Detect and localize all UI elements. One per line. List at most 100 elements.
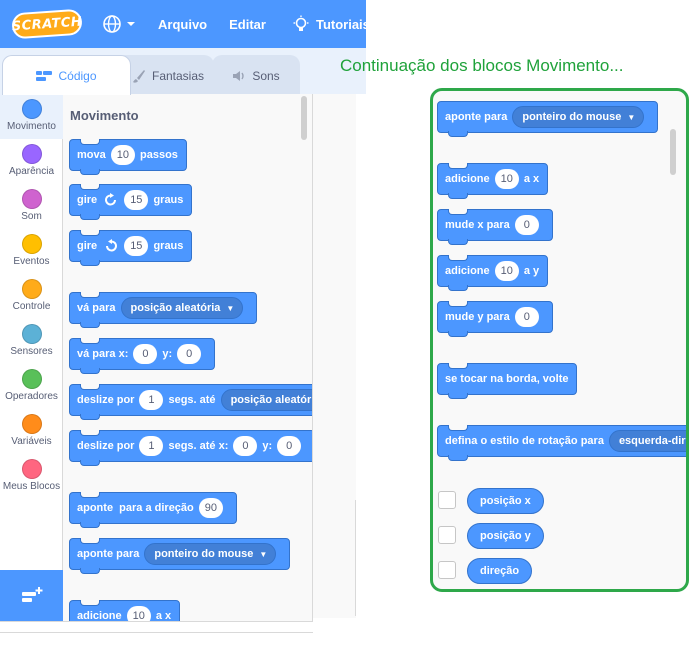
block-point-direction[interactable]: aponte para a direção 90 <box>69 492 238 528</box>
block-rotation-style[interactable]: defina o estilo de rotação para esquerda… <box>437 425 686 461</box>
target-dropdown[interactable]: ponteiro do mouse ▼ <box>512 106 645 128</box>
palette-scrollbar[interactable] <box>301 96 307 140</box>
block-change-x[interactable]: adicione 10 a x <box>437 163 549 199</box>
block-change-x[interactable]: adicione 10 a x <box>69 600 181 621</box>
category-operators[interactable]: Operadores <box>0 364 63 409</box>
block-text: gire <box>77 240 98 252</box>
category-my-blocks[interactable]: Meus Blocos <box>0 454 63 499</box>
category-events[interactable]: Eventos <box>0 229 63 274</box>
block-text: graus <box>153 194 184 206</box>
script-area[interactable] <box>313 94 356 618</box>
block-input[interactable]: 10 <box>494 261 519 281</box>
dropdown-value: ponteiro do mouse <box>154 548 254 560</box>
block-text: mude y para <box>445 311 510 323</box>
category-label: Sensores <box>10 346 53 357</box>
block-input[interactable]: 0 <box>514 215 539 235</box>
block-input-x[interactable]: 0 <box>133 344 158 364</box>
rotation-dropdown[interactable]: esquerda-direita <box>608 430 686 452</box>
checkbox-x-position[interactable] <box>438 491 456 509</box>
block-glide-to-xy[interactable]: deslize por 1 segs. até x: 0 y: 0 <box>69 430 312 466</box>
checkbox-y-position[interactable] <box>438 526 456 544</box>
rotate-left-icon <box>106 239 118 252</box>
block-input-y[interactable]: 0 <box>277 436 302 456</box>
block-text: graus <box>153 240 184 252</box>
block-turn-left[interactable]: gire 15 graus <box>69 230 193 266</box>
category-dot <box>21 99 42 119</box>
dropdown-value: esquerda-direita <box>618 435 686 447</box>
category-variables[interactable]: Variáveis <box>0 409 63 454</box>
scratch-logo[interactable]: SCRATCH <box>11 8 83 40</box>
tab-code-label: Código <box>58 68 97 83</box>
block-turn-right[interactable]: gire 15 graus <box>69 184 193 220</box>
block-set-x[interactable]: mude x para 0 <box>437 209 553 245</box>
target-dropdown[interactable]: posição aleatória ▼ <box>120 297 244 319</box>
tab-sounds[interactable]: Sons <box>212 55 300 95</box>
block-go-to[interactable]: vá para posição aleatória ▼ <box>69 292 258 328</box>
rotate-right-icon <box>105 193 117 206</box>
category-label: Meus Blocos <box>2 481 61 492</box>
block-input[interactable]: 15 <box>124 236 149 256</box>
tab-code[interactable]: Código <box>2 55 131 95</box>
block-glide-to[interactable]: deslize por 1 segs. até posição aleatóri… <box>69 384 312 420</box>
category-sensing[interactable]: Sensores <box>0 319 63 364</box>
block-text: deslize por <box>77 440 135 452</box>
reporter-label: posição x <box>480 495 531 507</box>
block-input-x[interactable]: 0 <box>233 436 258 456</box>
block-point-towards[interactable]: aponte para ponteiro do mouse ▼ <box>69 538 291 574</box>
reporter-y-position[interactable]: posição y <box>467 523 544 549</box>
language-menu[interactable] <box>102 14 136 34</box>
block-set-y[interactable]: mude y para 0 <box>437 301 553 337</box>
block-text: a x <box>523 173 540 185</box>
editor-tabs: Código Fantasias Sons <box>0 48 366 95</box>
target-dropdown[interactable]: ponteiro do mouse ▼ <box>144 543 277 565</box>
divider <box>355 500 356 616</box>
dropdown-value: posição aleatória <box>230 394 312 406</box>
block-text: vá para x: <box>77 348 129 360</box>
block-input[interactable]: 10 <box>126 606 151 621</box>
tutorials-label: Tutoriais <box>315 16 370 32</box>
edit-menu[interactable]: Editar <box>229 17 266 32</box>
brush-icon <box>132 69 146 83</box>
category-dot <box>21 144 42 164</box>
category-label: Operadores <box>5 391 58 402</box>
palette-scrollbar[interactable] <box>670 129 676 175</box>
category-label: Movimento <box>7 121 56 132</box>
category-sound[interactable]: Som <box>0 184 63 229</box>
block-move-steps[interactable]: mova 10 passos <box>69 139 187 175</box>
block-input[interactable]: 10 <box>110 145 135 165</box>
category-dot <box>21 414 42 434</box>
block-input[interactable]: 1 <box>139 390 164 410</box>
block-go-to-xy[interactable]: vá para x: 0 y: 0 <box>69 338 216 374</box>
category-motion[interactable]: Movimento <box>0 94 63 139</box>
category-looks[interactable]: Aparência <box>0 139 63 184</box>
annotation-title: Continuação dos blocos Movimento... <box>340 56 624 75</box>
block-palette: Movimento mova 10 passos gire 15 graus g… <box>63 94 312 621</box>
block-input-y[interactable]: 0 <box>177 344 202 364</box>
checkbox-direction[interactable] <box>438 561 456 579</box>
block-change-y[interactable]: adicione 10 a y <box>437 255 549 291</box>
reporter-x-position[interactable]: posição x <box>467 488 544 514</box>
target-dropdown[interactable]: posição aleatória <box>220 389 312 411</box>
reporter-direction[interactable]: direção <box>467 558 533 584</box>
block-text: aponte para <box>445 111 508 123</box>
block-input[interactable]: 90 <box>198 498 224 518</box>
block-text: gire <box>77 194 98 206</box>
block-bounce[interactable]: se tocar na borda, volte <box>437 363 578 399</box>
block-point-towards[interactable]: aponte para ponteiro do mouse ▼ <box>437 101 659 137</box>
category-dot <box>21 234 42 254</box>
dropdown-arrow-icon: ▼ <box>627 112 636 122</box>
block-text: a y <box>523 265 540 277</box>
divider <box>0 632 313 633</box>
category-dot <box>21 459 42 479</box>
block-input[interactable]: 15 <box>124 190 149 210</box>
block-text: defina o estilo de rotação para <box>445 435 604 447</box>
tutorials-menu[interactable]: Tutoriais <box>292 15 370 33</box>
palette-title: Movimento <box>70 108 139 123</box>
file-menu[interactable]: Arquivo <box>158 17 207 32</box>
block-input[interactable]: 10 <box>494 169 519 189</box>
block-input[interactable]: 1 <box>139 436 164 456</box>
category-control[interactable]: Controle <box>0 274 63 319</box>
block-input[interactable]: 0 <box>514 307 539 327</box>
category-label: Variáveis <box>11 436 52 447</box>
add-extension-button[interactable] <box>0 570 63 621</box>
